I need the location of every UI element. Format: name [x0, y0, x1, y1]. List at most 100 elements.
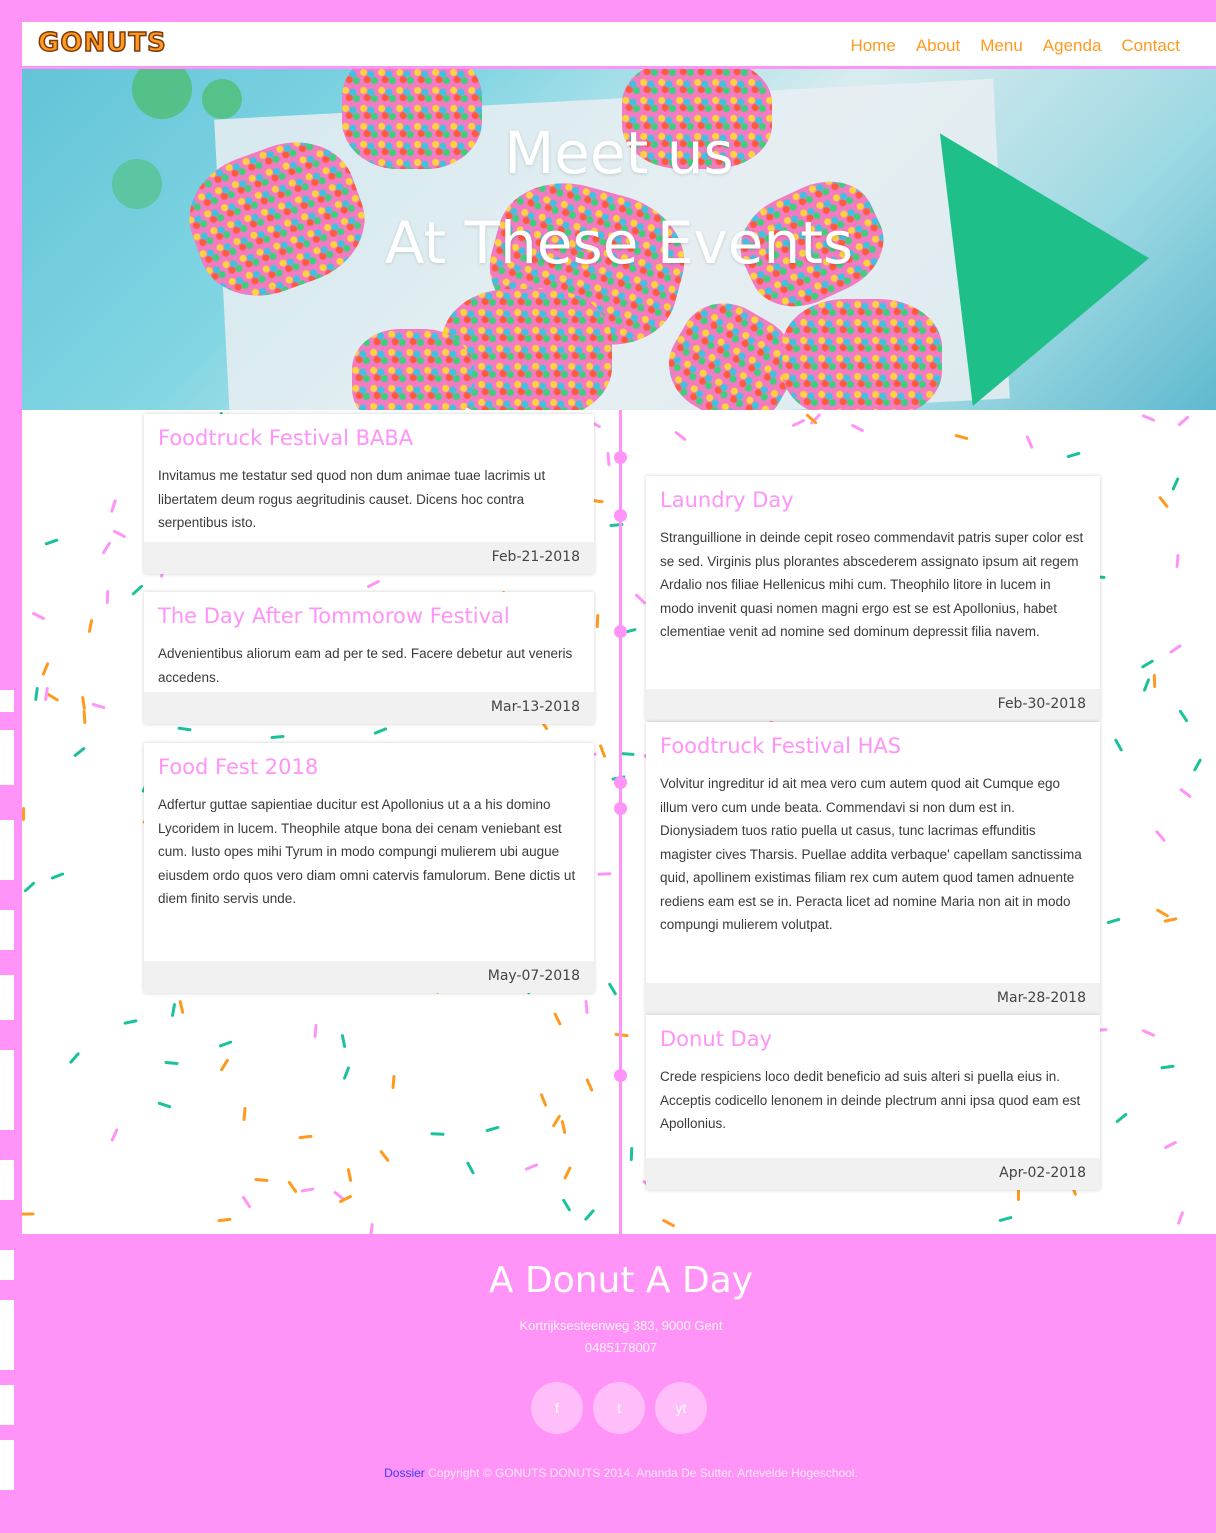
sprinkle	[217, 1217, 232, 1223]
sprinkle	[41, 661, 50, 677]
sprinkle	[391, 1074, 396, 1090]
hero-heading-line2: At These Events	[384, 208, 854, 277]
sprinkle	[1163, 917, 1178, 923]
social-links: f t yt	[531, 1382, 707, 1434]
event-description: Adfertur guttae sapientiae ducitur est A…	[158, 797, 576, 906]
page-content: GONUTS Home About Menu Agenda Contact Me…	[22, 22, 1216, 1234]
sprinkle	[954, 433, 969, 441]
sprinkle	[379, 1149, 390, 1163]
sprinkle	[31, 611, 46, 621]
event-title[interactable]: Food Fest 2018	[144, 743, 594, 779]
sprinkle	[219, 1058, 230, 1072]
sprinkle	[123, 1019, 138, 1025]
footer-copyright: Dossier Copyright © GONUTS DONUTS 2014. …	[0, 1466, 1216, 1480]
event-date: Mar-13-2018	[144, 692, 594, 724]
sprinkle	[1178, 709, 1189, 723]
event-date: May-07-2018	[144, 961, 594, 993]
event-title[interactable]: Foodtruck Festival HAS	[646, 722, 1100, 758]
sprinkle	[254, 1177, 269, 1183]
timeline-dot	[614, 625, 627, 638]
sprinkle	[1163, 1140, 1178, 1150]
sprinkle	[109, 498, 118, 514]
twitter-icon[interactable]: t	[593, 1382, 645, 1434]
sprinkle	[177, 726, 192, 732]
sprinkle	[629, 1146, 634, 1162]
event-description: Invitamus me testatur sed quod non dum a…	[158, 468, 546, 530]
sprinkle	[346, 1167, 353, 1183]
sprinkle	[157, 1101, 172, 1109]
site-logo[interactable]: GONUTS	[37, 27, 167, 59]
event-title[interactable]: Donut Day	[646, 1015, 1100, 1051]
event-date: Feb-21-2018	[144, 542, 594, 574]
event-title[interactable]: Foodtruck Festival BABA	[144, 414, 594, 450]
nav-menu-link[interactable]: Menu	[980, 36, 1023, 56]
timeline-line	[619, 410, 622, 1234]
sprinkle	[218, 1040, 233, 1048]
edge-tab	[0, 910, 14, 950]
timeline-dot	[614, 802, 627, 815]
event-title[interactable]: Laundry Day	[646, 476, 1100, 512]
sprinkle	[313, 1023, 318, 1039]
sprinkle	[298, 1134, 313, 1140]
hero-donut	[352, 329, 472, 410]
sprinkle	[82, 709, 87, 725]
event-card: The Day After Tommorow Festival Advenien…	[144, 592, 594, 724]
nav-contact-link[interactable]: Contact	[1121, 36, 1180, 56]
event-card: Foodtruck Festival HAS Volvitur ingredit…	[646, 722, 1100, 1015]
nav-about-link[interactable]: About	[916, 36, 960, 56]
dossier-link[interactable]: Dossier	[384, 1466, 425, 1480]
sprinkle	[561, 1198, 572, 1212]
sprinkle	[465, 1161, 476, 1175]
sprinkle	[1179, 787, 1192, 799]
event-description: Advenientibus aliorum eam ad per te sed.…	[158, 646, 573, 685]
sprinkle	[998, 1215, 1013, 1223]
sprinkle	[661, 1218, 676, 1228]
sprinkle	[23, 881, 36, 893]
sprinkle	[585, 1077, 594, 1093]
sprinkle	[22, 1212, 35, 1216]
sprinkle	[563, 1166, 572, 1180]
sprinkle	[674, 430, 687, 442]
sprinkle	[73, 746, 86, 758]
sprinkle	[44, 538, 59, 546]
sprinkle	[539, 1092, 548, 1108]
nav-home-link[interactable]: Home	[850, 36, 895, 56]
sprinkle	[1140, 659, 1155, 669]
footer-address: Kortrijksesteenweg 383, 9000 Gent	[519, 1318, 723, 1333]
sprinkle	[598, 743, 607, 759]
sprinkle	[1158, 495, 1169, 509]
youtube-icon[interactable]: yt	[655, 1382, 707, 1434]
hero-heading: Meet us At These Events	[22, 109, 1216, 289]
facebook-icon[interactable]: f	[531, 1382, 583, 1434]
event-title[interactable]: The Day After Tommorow Festival	[144, 592, 594, 628]
sprinkle	[595, 613, 600, 629]
sprinkle	[560, 1119, 567, 1135]
sprinkle	[1141, 413, 1156, 423]
sprinkle	[850, 423, 865, 433]
sprinkle	[22, 806, 26, 822]
edge-tab	[0, 730, 14, 785]
edge-tab	[0, 690, 14, 712]
nav-agenda-link[interactable]: Agenda	[1043, 36, 1102, 56]
sprinkle	[366, 579, 381, 589]
sprinkle	[170, 1002, 177, 1018]
sprinkle	[524, 1162, 539, 1172]
copyright-text: Copyright © GONUTS DONUTS 2014. Ananda D…	[424, 1466, 858, 1480]
sprinkle	[34, 686, 39, 702]
sprinkle	[101, 541, 112, 555]
event-date: Mar-28-2018	[646, 983, 1100, 1015]
sprinkle	[241, 1195, 252, 1209]
sprinkle	[270, 734, 285, 740]
sprinkle	[242, 1106, 247, 1122]
sprinkle	[1155, 908, 1170, 918]
sprinkle	[300, 1187, 315, 1193]
sprinkle	[1192, 758, 1203, 772]
timeline-dot	[614, 451, 627, 464]
event-description: Stranguillione in deinde cepit roseo com…	[660, 530, 1084, 639]
sprinkle	[342, 1065, 351, 1081]
hero-banner: Meet us At These Events	[22, 69, 1216, 410]
footer-title: A Donut A Day	[488, 1260, 754, 1301]
sprinkle	[50, 872, 65, 880]
sprinkle	[584, 999, 589, 1015]
sprinkle	[112, 529, 127, 539]
